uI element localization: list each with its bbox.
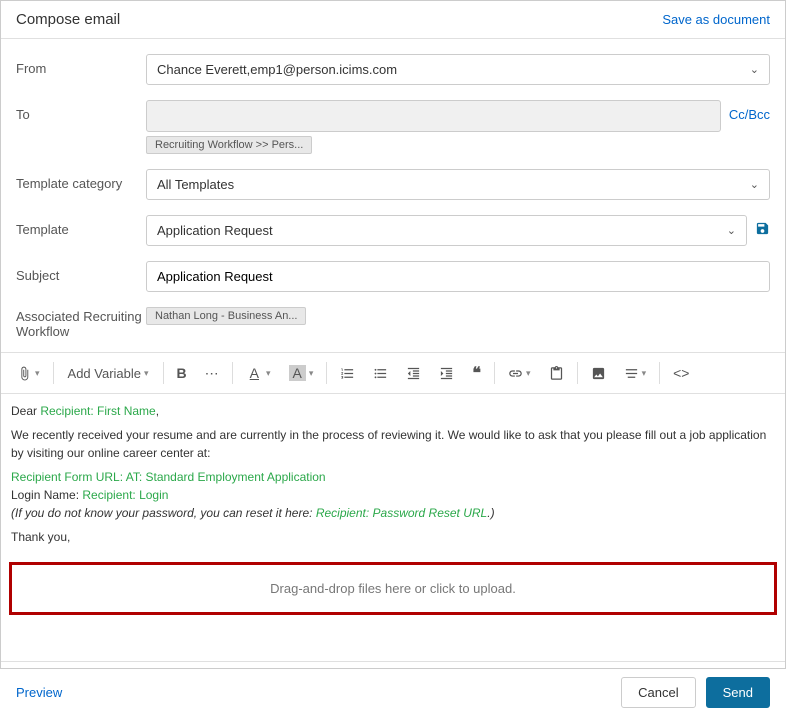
- chevron-down-icon: ⌄: [727, 224, 736, 237]
- caret-down-icon: ▾: [266, 368, 271, 379]
- from-select[interactable]: Chance Everett,emp1@person.icims.com ⌄: [146, 54, 770, 85]
- template-category-label: Template category: [16, 169, 146, 191]
- send-button[interactable]: Send: [706, 677, 770, 708]
- preview-link[interactable]: Preview: [16, 685, 62, 700]
- file-dropzone[interactable]: Drag-and-drop files here or click to upl…: [9, 562, 777, 615]
- workflow-label: Associated Recruiting Workflow: [16, 307, 146, 339]
- cc-bcc-link[interactable]: Cc/Bcc: [729, 100, 770, 122]
- template-value: Application Request: [157, 223, 273, 238]
- to-recipient-chip[interactable]: Recruiting Workflow >> Pers...: [146, 136, 312, 154]
- to-label: To: [16, 100, 146, 122]
- paste-button[interactable]: [541, 361, 572, 386]
- attachment-icon[interactable]: ▾: [9, 361, 48, 386]
- save-as-document-link[interactable]: Save as document: [662, 12, 770, 27]
- add-variable-button[interactable]: Add Variable ▾: [59, 361, 158, 386]
- caret-down-icon: ▾: [642, 368, 647, 379]
- body-paragraph: We recently received your resume and are…: [11, 426, 775, 462]
- to-input[interactable]: [146, 100, 721, 132]
- subject-input[interactable]: [146, 261, 770, 292]
- highlight-color-button[interactable]: A ▾: [281, 360, 322, 386]
- code-view-button[interactable]: <>: [665, 360, 697, 386]
- template-category-select[interactable]: All Templates ⌄: [146, 169, 770, 200]
- blockquote-button[interactable]: ❝: [464, 358, 489, 388]
- save-template-icon[interactable]: [755, 221, 770, 241]
- template-category-value: All Templates: [157, 177, 234, 192]
- body-thanks: Thank you,: [11, 528, 775, 546]
- variable-token: Recipient: First Name: [40, 404, 155, 418]
- caret-down-icon: ▾: [144, 368, 149, 379]
- chevron-down-icon: ⌄: [750, 178, 759, 191]
- link-button[interactable]: ▾: [500, 361, 539, 386]
- from-label: From: [16, 54, 146, 76]
- template-label: Template: [16, 215, 146, 237]
- bold-button[interactable]: B: [169, 360, 195, 386]
- indent-button[interactable]: [431, 361, 462, 386]
- variable-token: Recipient: Password Reset URL: [316, 506, 487, 520]
- cancel-button[interactable]: Cancel: [621, 677, 695, 708]
- unordered-list-button[interactable]: [365, 361, 396, 386]
- variable-token: Recipient Form URL: AT: Standard Employm…: [11, 470, 326, 484]
- page-title: Compose email: [16, 11, 120, 28]
- variable-token: Recipient: Login: [82, 488, 168, 502]
- subject-label: Subject: [16, 261, 146, 283]
- outdent-button[interactable]: [398, 361, 429, 386]
- workflow-chip[interactable]: Nathan Long - Business An...: [146, 307, 306, 325]
- template-select[interactable]: Application Request ⌄: [146, 215, 747, 246]
- editor-toolbar: ▾ Add Variable ▾ B ⋯ A ▾ A ▾ ❝ ▾ ▾: [1, 352, 785, 394]
- email-body-editor[interactable]: Dear Recipient: First Name, We recently …: [1, 394, 785, 554]
- chevron-down-icon: ⌄: [750, 63, 759, 76]
- image-button[interactable]: [583, 361, 614, 386]
- custom-button[interactable]: ▾: [616, 361, 655, 386]
- from-value: Chance Everett,emp1@person.icims.com: [157, 62, 397, 77]
- more-format-button[interactable]: ⋯: [197, 360, 227, 387]
- caret-down-icon: ▾: [35, 368, 40, 379]
- caret-down-icon: ▾: [526, 368, 531, 379]
- font-color-button[interactable]: A ▾: [238, 360, 279, 386]
- ordered-list-button[interactable]: [332, 361, 363, 386]
- caret-down-icon: ▾: [309, 368, 314, 379]
